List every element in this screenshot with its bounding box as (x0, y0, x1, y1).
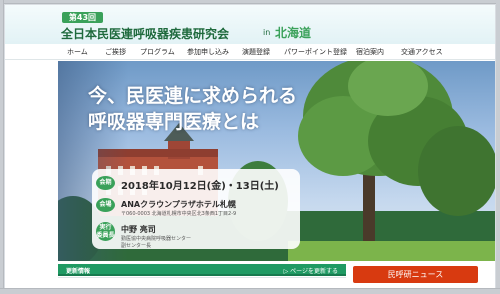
nav-home[interactable]: ホーム (67, 47, 88, 57)
window-frame-right (496, 0, 500, 294)
site-title-place: 北海道 (275, 26, 312, 40)
nav-greeting[interactable]: ご挨拶 (105, 47, 126, 57)
nav-registration[interactable]: 参加申し込み (187, 47, 229, 57)
nav-abstract[interactable]: 演題登録 (242, 47, 270, 57)
nav-access[interactable]: 交通アクセス (401, 47, 443, 57)
chair-tag-line2: 委員長 (96, 232, 115, 239)
nav-program[interactable]: プログラム (140, 47, 175, 57)
date-tag: 会期 (96, 176, 115, 190)
event-address: 〒060-0003 北海道札幌市中央区北3条西1丁目2-9 (121, 211, 237, 217)
hero-headline-line2: 呼吸器専門医療とは (88, 111, 260, 133)
news-label: 更新情報 (66, 268, 91, 275)
event-venue: ANAクラウンプラザホテル札幌 (121, 200, 236, 209)
venue-tag: 会場 (96, 198, 115, 212)
news-divider (58, 277, 346, 278)
window-frame-top (0, 0, 500, 4)
news-more-link-text[interactable]: ページを更新する (290, 268, 338, 275)
chair-name: 中野 亮司 (121, 225, 156, 234)
web-page: 第43回 全日本民医連呼吸器疾患研究会 in 北海道 ホーム ご挨拶 プログラム… (5, 5, 495, 288)
edition-badge: 第43回 (62, 12, 103, 23)
chair-tag: 実行 委員長 (96, 222, 115, 241)
chair-affiliation-line2: 副センター長 (121, 243, 152, 249)
news-more-link[interactable]: ▷ ページを更新する (284, 266, 338, 275)
main-nav: ホーム ご挨拶 プログラム 参加申し込み 演題登録 パワーポイント登録 宿泊案内… (5, 44, 495, 60)
hero-banner: 今、民医連に求められる 呼吸器専門医療とは 会期 2018年10月12日(金)・… (58, 61, 495, 261)
chair-tag-line1: 実行 (99, 224, 112, 231)
site-title-in: in (263, 28, 271, 37)
news-button[interactable]: 民呼研ニュース (353, 266, 478, 283)
window-frame-bottom (0, 288, 500, 294)
hero-headline-line1: 今、民医連に求められる (88, 85, 298, 107)
nav-powerpoint[interactable]: パワーポイント登録 (284, 47, 347, 57)
nav-accommodation[interactable]: 宿泊案内 (356, 47, 384, 57)
event-date: 2018年10月12日(金)・13日(土) (121, 181, 279, 192)
site-header: 第43回 全日本民医連呼吸器疾患研究会 in 北海道 (5, 5, 495, 44)
event-info-card: 会期 2018年10月12日(金)・13日(土) 会場 ANAクラウンプラザホテ… (92, 169, 300, 249)
lawn (288, 241, 495, 261)
news-header-bar: 更新情報 ▷ ページを更新する (58, 264, 346, 276)
site-title[interactable]: 全日本民医連呼吸器疾患研究会 (61, 25, 229, 42)
window-frame-left (0, 0, 4, 294)
chair-affiliation-line1: 勤医協中央病院呼吸器センター (121, 236, 192, 242)
